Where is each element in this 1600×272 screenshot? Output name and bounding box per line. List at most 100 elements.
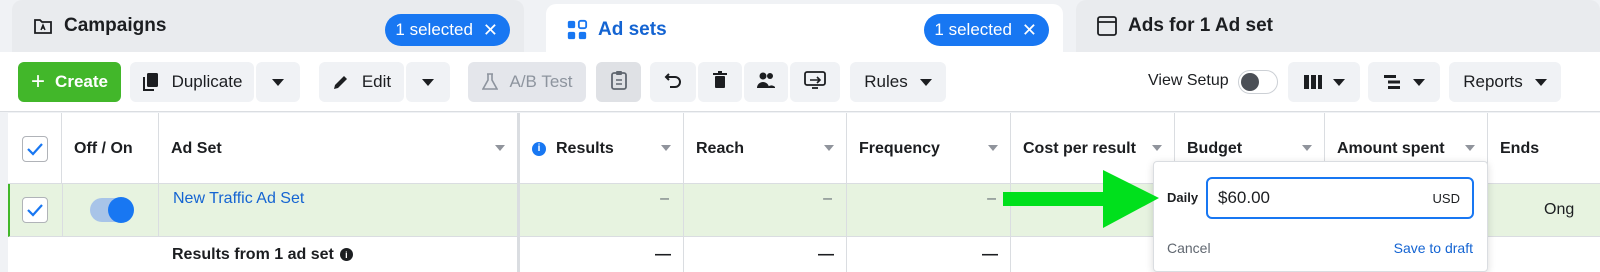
people-icon: [756, 71, 776, 94]
budget-header-label: Budget: [1187, 139, 1243, 157]
ab-test-button[interactable]: A/B Test: [468, 62, 586, 102]
grid-icon: [566, 19, 588, 41]
check-icon: [27, 142, 43, 156]
campaigns-selected-text: 1 selected: [395, 20, 473, 39]
breakdown-icon: [1383, 74, 1403, 90]
duplicate-label: Duplicate: [171, 72, 243, 91]
chevron-down-icon: [272, 78, 284, 86]
tab-ad-sets[interactable]: Ad sets 1 selected ✕: [546, 4, 1063, 56]
edit-label: Edit: [361, 72, 392, 91]
rules-button[interactable]: Rules: [850, 62, 946, 102]
tab-campaigns[interactable]: Campaigns 1 selected ✕: [12, 0, 524, 52]
column-header-results[interactable]: i Results: [520, 113, 684, 184]
edit-dropdown[interactable]: [406, 62, 450, 102]
results-cell: –: [520, 184, 684, 236]
sort-icon[interactable]: [824, 145, 834, 151]
info-icon[interactable]: i: [532, 141, 546, 156]
ad-set-header-label: Ad Set: [171, 139, 222, 157]
clipboard-button[interactable]: [596, 62, 641, 102]
ab-test-label: A/B Test: [509, 72, 573, 91]
undo-button[interactable]: [650, 62, 696, 102]
breakdown-button[interactable]: [1368, 62, 1440, 102]
reach-cell: –: [684, 184, 847, 236]
duplicate-dropdown[interactable]: [256, 62, 300, 102]
trash-icon: [712, 70, 728, 94]
chevron-down-icon: [1413, 78, 1425, 86]
off-on-cell: [62, 184, 159, 236]
duplicate-icon: [142, 72, 160, 92]
campaigns-selected-badge[interactable]: 1 selected ✕: [385, 14, 510, 46]
summary-results: —: [520, 237, 684, 272]
chevron-down-icon: [422, 78, 434, 86]
clipboard-icon: [610, 70, 627, 95]
undo-icon: [664, 71, 682, 94]
budget-value[interactable]: $60.00: [1218, 188, 1270, 208]
view-setup-label: View Setup: [1148, 72, 1229, 89]
frequency-header-label: Frequency: [859, 139, 940, 157]
flask-icon: [481, 73, 498, 91]
tab-ads[interactable]: Ads for 1 Ad set: [1076, 0, 1600, 52]
sort-icon[interactable]: [988, 145, 998, 151]
column-header-off-on[interactable]: Off / On: [62, 113, 159, 184]
column-header-frequency[interactable]: Frequency: [847, 113, 1011, 184]
amount-spent-header-label: Amount spent: [1337, 139, 1445, 157]
create-label: Create: [55, 72, 108, 91]
currency-label: USD: [1432, 190, 1460, 206]
check-icon: [27, 204, 43, 217]
close-icon[interactable]: ✕: [483, 21, 498, 39]
sort-icon[interactable]: [661, 145, 671, 151]
plus-icon: +: [31, 68, 46, 95]
column-header-ends[interactable]: Ends: [1488, 113, 1600, 184]
ad-sets-selected-badge[interactable]: 1 selected ✕: [924, 14, 1049, 46]
columns-icon: [1303, 74, 1323, 90]
close-icon[interactable]: ✕: [1022, 21, 1037, 39]
columns-button[interactable]: [1288, 62, 1360, 102]
row-checkbox-cell: [22, 184, 62, 236]
budget-type-label: Daily: [1167, 190, 1199, 205]
select-all-checkbox[interactable]: [22, 135, 48, 162]
audience-button[interactable]: [744, 62, 788, 102]
column-header-reach[interactable]: Reach: [684, 113, 847, 184]
preview-icon: [804, 70, 826, 94]
budget-edit-popover: Daily $60.00 USD Cancel Save to draft: [1153, 161, 1488, 272]
toolbar: + Create Duplicate Edit A/B Test Rules V…: [0, 52, 1600, 112]
tab-ad-sets-label: Ad sets: [598, 19, 667, 40]
chevron-down-icon: [919, 78, 932, 86]
chevron-down-icon: [1534, 78, 1547, 86]
preview-button[interactable]: [790, 62, 840, 102]
sort-icon[interactable]: [1465, 145, 1475, 151]
cancel-button[interactable]: Cancel: [1167, 240, 1211, 256]
save-to-draft-button[interactable]: Save to draft: [1394, 240, 1473, 256]
summary-frequency: —: [847, 237, 1011, 272]
sort-icon[interactable]: [495, 145, 505, 151]
chevron-down-icon: [1333, 78, 1345, 86]
folder-icon: [32, 15, 54, 37]
results-header-label: Results: [556, 139, 614, 157]
tab-campaigns-label: Campaigns: [64, 15, 167, 36]
sort-icon[interactable]: [1152, 145, 1162, 151]
ends-cell: Ong: [1544, 201, 1575, 218]
view-setup-toggle[interactable]: [1238, 70, 1278, 94]
ad-set-toggle[interactable]: [89, 197, 134, 223]
frequency-cell: –: [847, 184, 1011, 236]
pencil-icon: [332, 73, 350, 91]
reports-label: Reports: [1463, 72, 1523, 91]
cost-per-result-header-label: Cost per result: [1023, 139, 1136, 157]
budget-input[interactable]: $60.00 USD: [1206, 177, 1474, 219]
select-all-cell: [8, 113, 62, 184]
ad-window-icon: [1096, 15, 1118, 37]
row-checkbox[interactable]: [22, 197, 48, 223]
delete-button[interactable]: [698, 62, 742, 102]
reports-button[interactable]: Reports: [1449, 62, 1561, 102]
ad-set-name-link[interactable]: New Traffic Ad Set: [159, 184, 520, 236]
reach-header-label: Reach: [696, 139, 745, 157]
edit-button[interactable]: Edit: [319, 62, 404, 102]
rules-label: Rules: [864, 72, 908, 91]
column-header-ad-set[interactable]: Ad Set: [159, 113, 520, 184]
create-button[interactable]: + Create: [18, 62, 121, 102]
info-icon[interactable]: i: [339, 248, 353, 261]
ad-sets-selected-text: 1 selected: [934, 20, 1012, 39]
summary-reach: —: [684, 237, 847, 272]
duplicate-button[interactable]: Duplicate: [130, 62, 254, 102]
sort-icon[interactable]: [1302, 145, 1312, 151]
